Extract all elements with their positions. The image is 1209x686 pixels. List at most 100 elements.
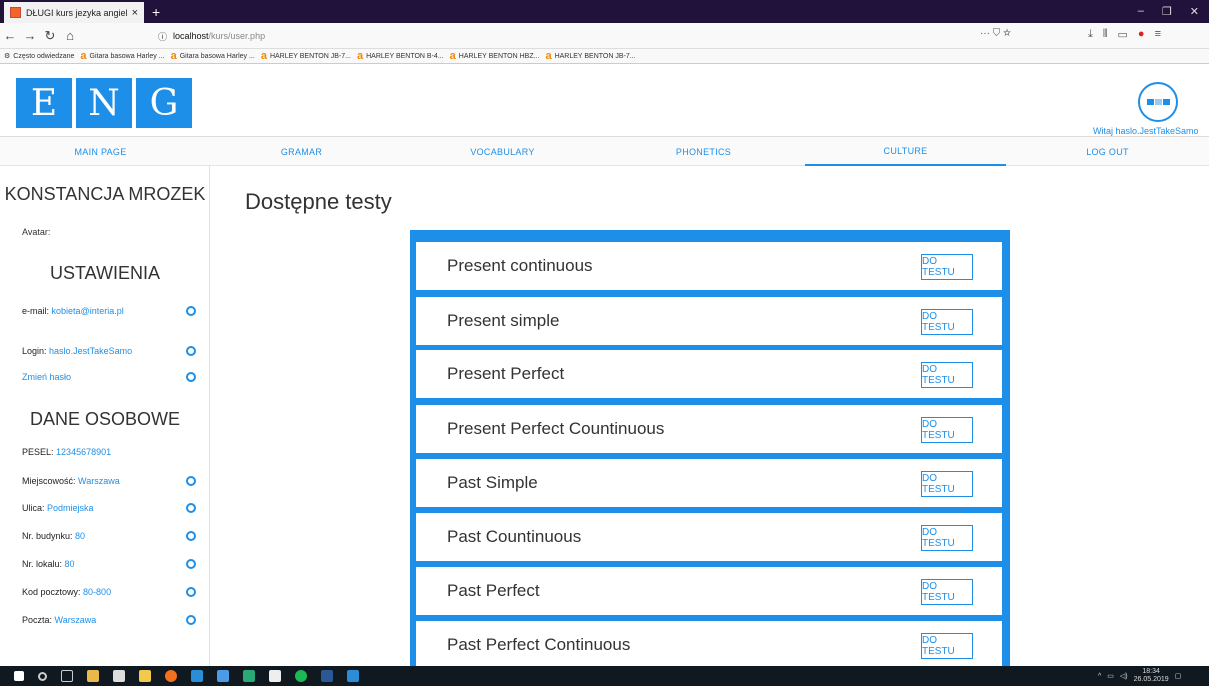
edit-street-icon[interactable]	[186, 503, 196, 513]
volume-icon[interactable]: ◁)	[1120, 672, 1128, 680]
url-actions[interactable]: ··· ⛉ ☆	[980, 28, 1011, 39]
forward-icon[interactable]: →	[20, 28, 40, 43]
edit-building-icon[interactable]	[186, 531, 196, 541]
go-to-test-button[interactable]: DO TESTU	[921, 254, 973, 280]
reload-icon[interactable]: ↻	[40, 28, 60, 44]
menu-main-page[interactable]: MAIN PAGE	[0, 137, 201, 166]
bookmark-item[interactable]: a HARLEY BENTON JB-7...	[261, 50, 351, 62]
edit-postcode-icon[interactable]	[186, 587, 196, 597]
site-logo[interactable]: E N G	[16, 78, 192, 128]
avatar-logo-block	[1154, 99, 1162, 105]
go-to-test-button[interactable]: DO TESTU	[921, 525, 973, 551]
menu-log-out[interactable]: LOG OUT	[1007, 137, 1208, 166]
edit-email-icon[interactable]	[186, 306, 196, 316]
amazon-icon: a	[80, 50, 87, 62]
maximize-icon[interactable]: ❐	[1162, 5, 1172, 18]
test-row: Past Perfect Continuous DO TESTU	[416, 621, 1002, 668]
edit-password-icon[interactable]	[186, 372, 196, 382]
test-name: Past Simple	[447, 473, 538, 492]
back-icon[interactable]: ←	[0, 28, 20, 43]
tab-title: DŁUGI kurs jezyka angielskiego	[26, 7, 127, 18]
tab-close-icon[interactable]: ×	[132, 7, 138, 19]
bookmark-item[interactable]: ⚙ Często odwiedzane	[4, 52, 74, 61]
file-explorer-icon[interactable]	[139, 670, 151, 682]
amazon-icon: a	[545, 50, 552, 62]
go-to-test-button[interactable]: DO TESTU	[921, 309, 973, 335]
menu-vocabulary[interactable]: VOCABULARY	[402, 137, 603, 166]
library-icon[interactable]: ⫴	[1103, 28, 1108, 41]
test-name: Past Perfect Continuous	[447, 635, 631, 654]
url-bar[interactable]: ⓘ localhost/kurs/user.php	[158, 27, 708, 45]
go-to-test-button[interactable]: DO TESTU	[921, 471, 973, 497]
download-icon[interactable]: ⤓	[1088, 28, 1093, 41]
browser-tab[interactable]: DŁUGI kurs jezyka angielskiego ×	[4, 2, 144, 23]
tray-chevron-icon[interactable]: ^	[1098, 673, 1101, 680]
store-icon[interactable]	[87, 670, 99, 682]
edit-city-icon[interactable]	[186, 476, 196, 486]
home-icon[interactable]: ⌂	[60, 28, 80, 43]
network-icon[interactable]: ▭	[1107, 672, 1114, 680]
test-name: Past Perfect	[447, 581, 540, 600]
go-to-test-button[interactable]: DO TESTU	[921, 362, 973, 388]
main-menu: MAIN PAGE GRAMAR VOCABULARY PHONETICS CU…	[0, 136, 1209, 166]
go-to-test-button[interactable]: DO TESTU	[921, 579, 973, 605]
email-field: e-mail: kobieta@interia.pl	[22, 306, 124, 316]
building-field: Nr. budynku: 80	[22, 531, 86, 541]
test-name: Present Perfect	[447, 364, 565, 383]
tests-list: Present continuous DO TESTU Present simpl…	[410, 230, 1010, 668]
edit-post-icon[interactable]	[186, 615, 196, 625]
task-view-icon[interactable]	[61, 670, 73, 682]
notifications-icon[interactable]: ▢	[1175, 672, 1182, 680]
sidebar-icon[interactable]: ▭	[1118, 28, 1128, 41]
minimize-icon[interactable]: –	[1138, 5, 1144, 18]
url-path: /kurs/user.php	[208, 31, 266, 41]
page-title: Dostępne testy	[245, 189, 392, 214]
test-row: Past Countinuous DO TESTU	[416, 513, 1002, 561]
go-to-test-button[interactable]: DO TESTU	[921, 633, 973, 659]
go-to-test-button[interactable]: DO TESTU	[921, 417, 973, 443]
bookmark-item[interactable]: a HARLEY BENTON B-4...	[357, 50, 444, 62]
windows-start-icon[interactable]	[14, 671, 24, 681]
test-row: Past Perfect DO TESTU	[416, 567, 1002, 615]
menu-culture[interactable]: CULTURE	[805, 137, 1006, 166]
window-controls: – ❐ ✕	[1138, 5, 1209, 23]
security-icon[interactable]	[269, 670, 281, 682]
city-field: Miejscowość: Warszawa	[22, 476, 120, 486]
url-host: localhost	[173, 31, 209, 41]
search-icon[interactable]	[38, 671, 47, 681]
info-icon[interactable]: ⓘ	[158, 30, 167, 43]
site-header: E N G Witaj haslo.JestTakeSamo	[0, 64, 1209, 136]
user-avatar[interactable]	[1138, 82, 1178, 122]
amazon-icon: a	[170, 50, 177, 62]
box-icon[interactable]	[217, 670, 229, 682]
word-icon[interactable]	[321, 670, 333, 682]
test-row: Present Perfect Countinuous DO TESTU	[416, 405, 1002, 453]
test-row: Present Perfect DO TESTU	[416, 350, 1002, 398]
mail-icon[interactable]	[113, 670, 125, 682]
user-name: KONSTANCJA MROZEK	[4, 184, 206, 204]
bookmark-item[interactable]: a Gitara basowa Harley ...	[80, 50, 164, 62]
menu-phonetics[interactable]: PHONETICS	[603, 137, 804, 166]
toolbar-icons: ⤓ ⫴ ▭ ● ≡	[1088, 28, 1161, 41]
street-field: Ulica: Podmiejska	[22, 503, 94, 513]
menu-icon[interactable]: ≡	[1155, 28, 1161, 41]
bookmark-item[interactable]: a HARLEY BENTON JB-7...	[545, 50, 635, 62]
firefox-icon[interactable]	[165, 670, 177, 682]
addon-icon[interactable]: ●	[1138, 28, 1145, 41]
menu-gramar[interactable]: GRAMAR	[201, 137, 402, 166]
clock[interactable]: 18:34 26.05.2019	[1134, 668, 1169, 684]
vscode-icon[interactable]	[191, 670, 203, 682]
edit-flat-icon[interactable]	[186, 559, 196, 569]
close-window-icon[interactable]: ✕	[1190, 5, 1199, 18]
edit-login-icon[interactable]	[186, 346, 196, 356]
logo-letter: N	[76, 78, 132, 128]
spotify-icon[interactable]	[295, 670, 307, 682]
vscode-icon[interactable]	[347, 670, 359, 682]
bookmark-item[interactable]: a HARLEY BENTON HBZ...	[450, 50, 540, 62]
new-tab-button[interactable]: +	[144, 4, 168, 23]
image-app-icon[interactable]	[243, 670, 255, 682]
welcome-text: Witaj haslo.JestTakeSamo	[1093, 126, 1199, 136]
bookmark-item[interactable]: a Gitara basowa Harley ...	[171, 50, 255, 62]
change-password-link[interactable]: Zmień hasło	[22, 372, 71, 382]
amazon-icon: a	[356, 50, 364, 62]
